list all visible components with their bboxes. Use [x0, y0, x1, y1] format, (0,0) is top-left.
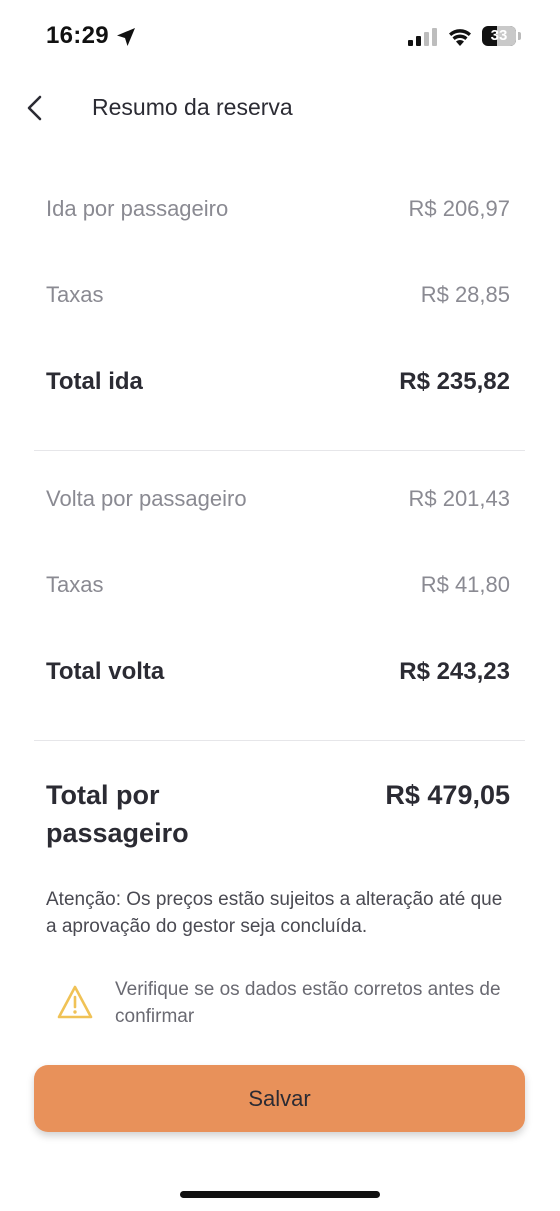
outbound-taxes-row: Taxas R$ 28,85 — [46, 282, 510, 308]
chevron-left-icon[interactable] — [20, 92, 52, 124]
cellular-signal-icon — [408, 28, 437, 46]
header: Resumo da reserva — [0, 72, 560, 144]
status-time: 16:29 — [46, 22, 109, 49]
return-total-value: R$ 243,23 — [399, 658, 510, 685]
outbound-total-value: R$ 235,82 — [399, 368, 510, 395]
return-taxes-value: R$ 41,80 — [420, 572, 510, 597]
save-button-label: Salvar — [248, 1085, 311, 1111]
return-total-row: Total volta R$ 243,23 — [46, 658, 510, 686]
outbound-fare-value: R$ 206,97 — [408, 196, 510, 221]
return-taxes-label: Taxas — [46, 572, 104, 597]
divider — [34, 740, 525, 741]
wifi-icon — [449, 29, 471, 46]
status-bar: 16:29 33 — [0, 0, 560, 72]
outbound-fare-label: Ida por passageiro — [46, 196, 229, 221]
return-fare-row: Volta por passageiro R$ 201,43 — [46, 486, 510, 512]
price-notice: Atenção: Os preços estão sujeitos a alte… — [46, 889, 503, 937]
return-fare-value: R$ 201,43 — [408, 486, 510, 511]
warning-text: Verifique se os dados estão corretos ant… — [115, 979, 501, 1027]
page-title: Resumo da reserva — [92, 94, 293, 120]
outbound-taxes-label: Taxas — [46, 282, 104, 307]
outbound-taxes-value: R$ 28,85 — [420, 282, 510, 307]
grand-total-value: R$ 479,05 — [385, 780, 510, 810]
outbound-total-label: Total ida — [46, 368, 143, 395]
battery-icon: 33 — [482, 26, 516, 46]
battery-tip — [518, 32, 521, 40]
grand-total-label: Total por passageiro — [46, 780, 189, 848]
location-arrow-icon — [117, 28, 135, 46]
divider — [34, 450, 525, 451]
battery-level: 33 — [490, 27, 508, 44]
home-indicator[interactable] — [180, 1191, 380, 1198]
return-total-label: Total volta — [46, 658, 165, 685]
warning-triangle-icon — [57, 985, 93, 1019]
outbound-total-row: Total ida R$ 235,82 — [46, 368, 510, 396]
save-button[interactable]: Salvar — [34, 1065, 525, 1132]
return-taxes-row: Taxas R$ 41,80 — [46, 572, 510, 598]
outbound-fare-row: Ida por passageiro R$ 206,97 — [46, 196, 510, 222]
return-fare-label: Volta por passageiro — [46, 486, 247, 511]
